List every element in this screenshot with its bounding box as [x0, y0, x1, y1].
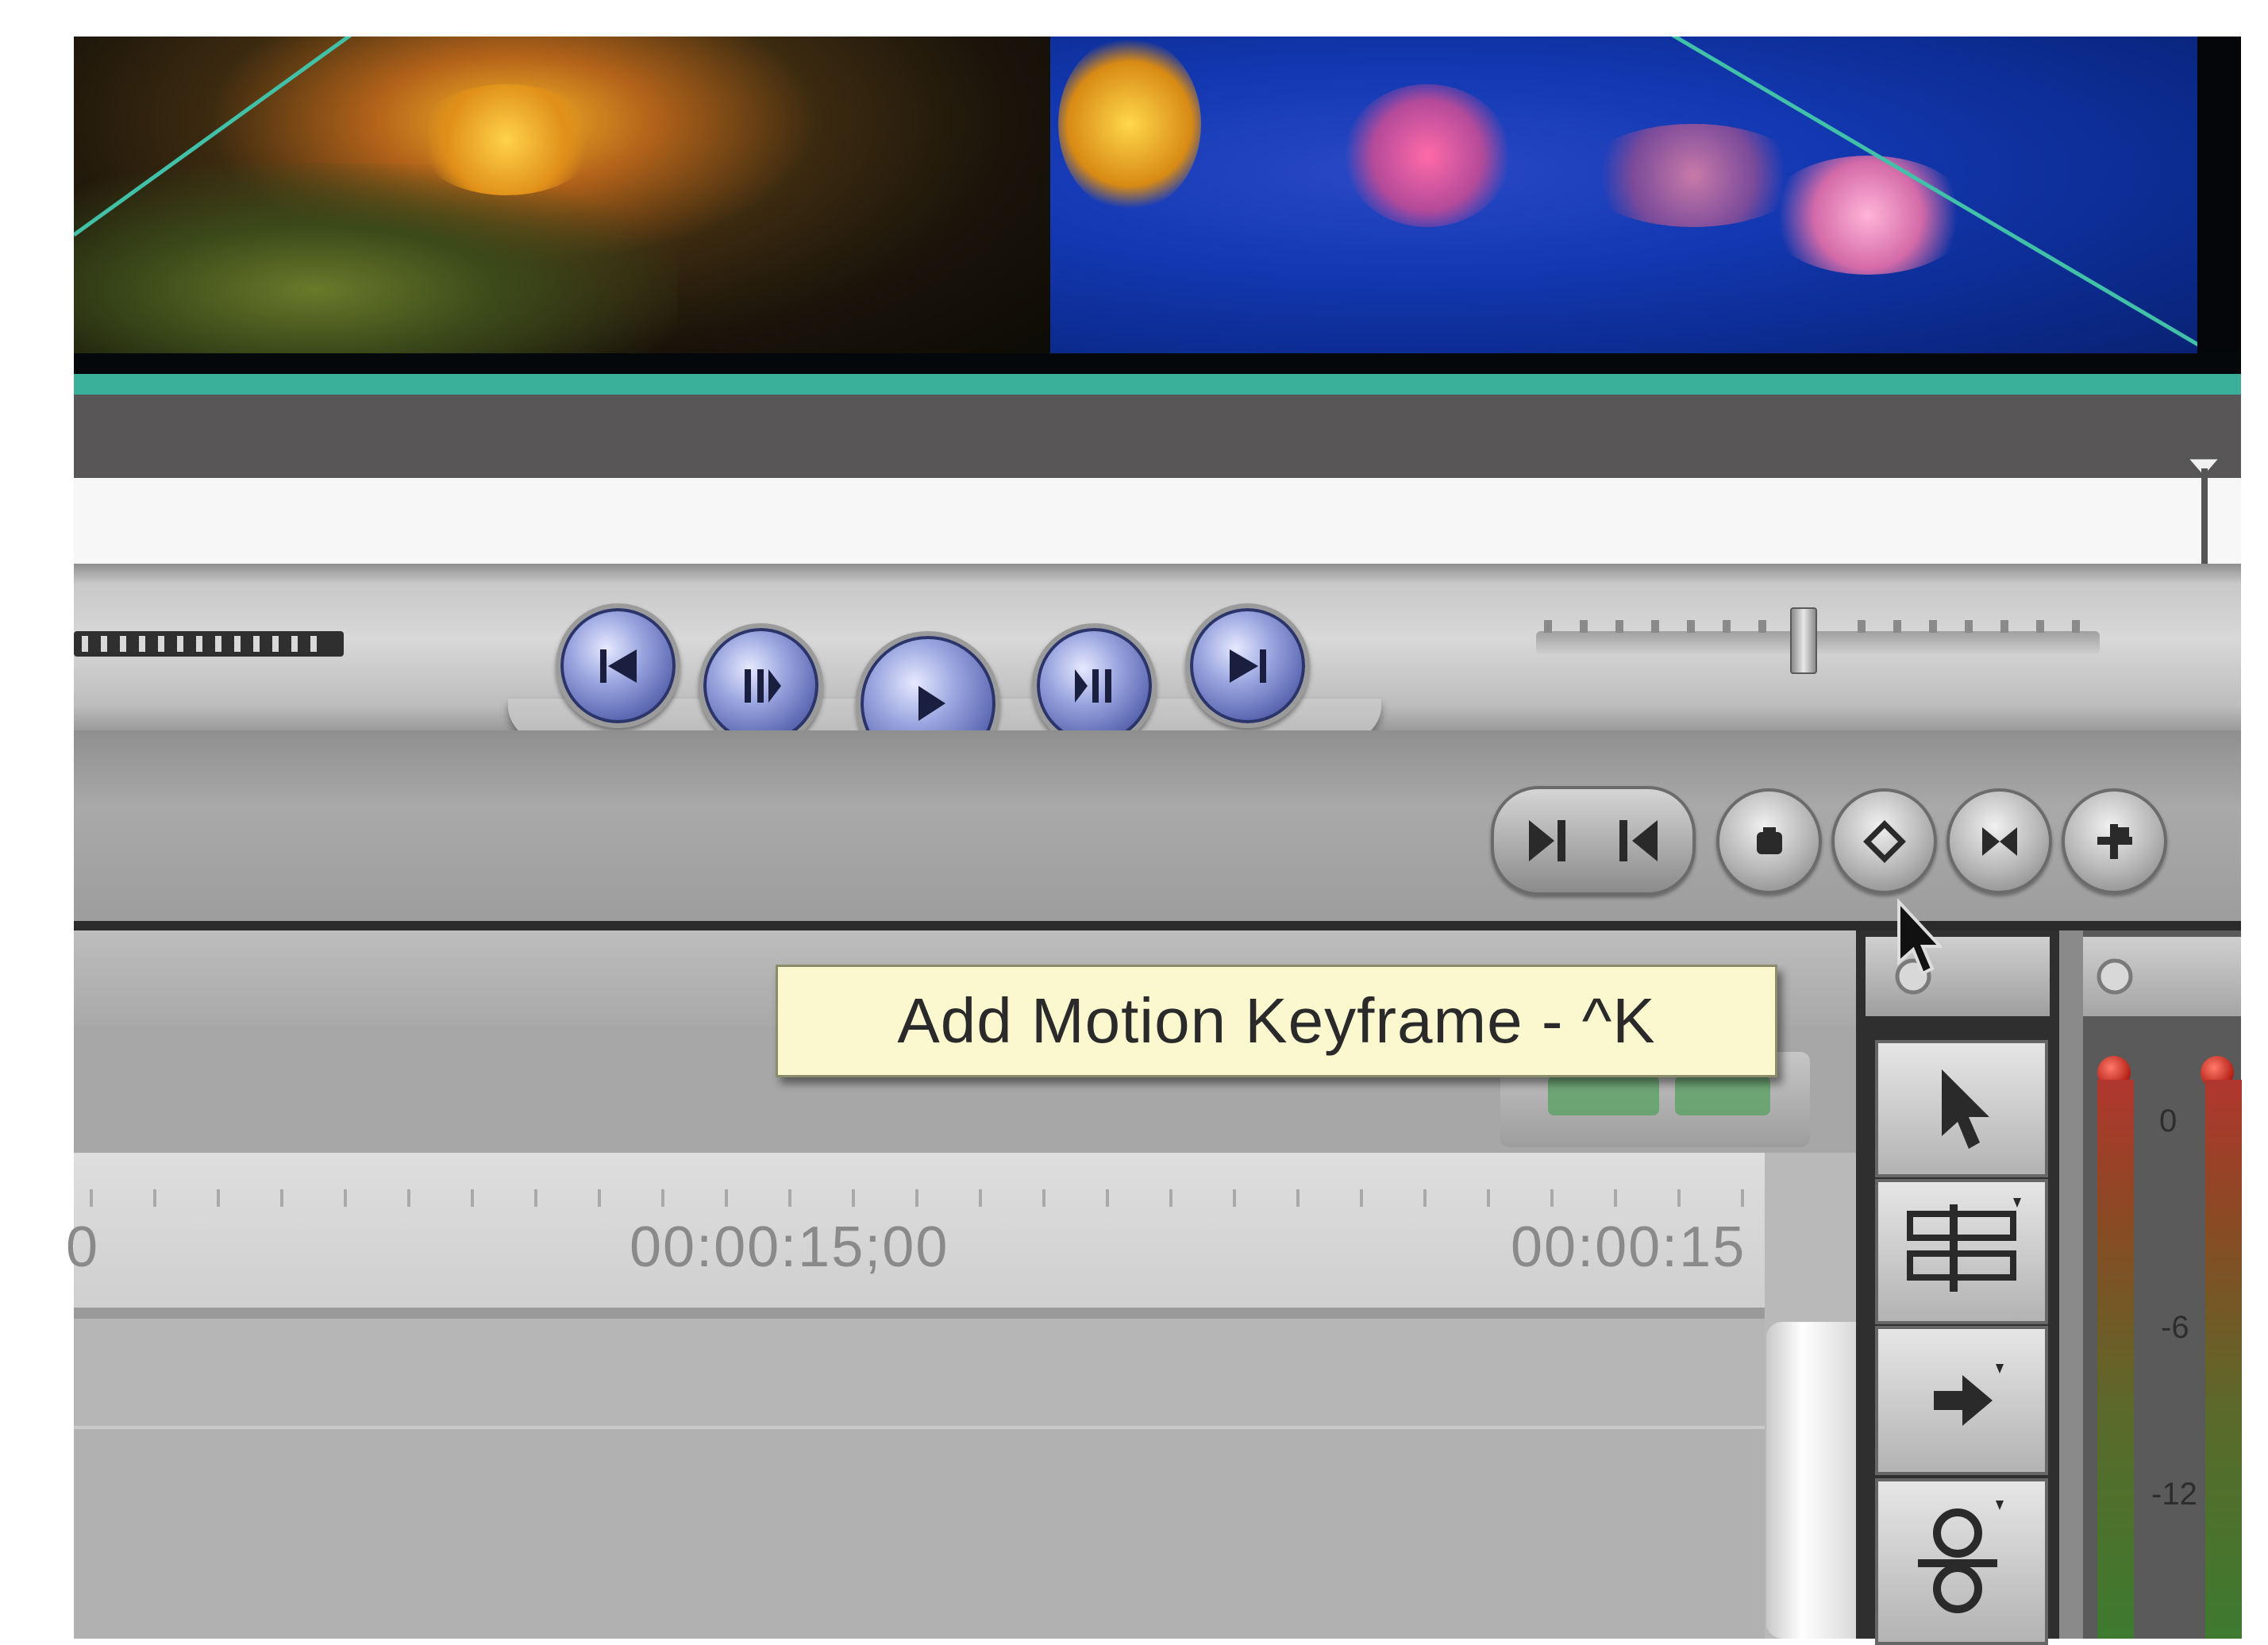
playhead-line[interactable]	[2201, 468, 2208, 564]
mark-in-out-group	[1491, 786, 1696, 896]
match-frame-icon[interactable]	[1716, 788, 1822, 894]
roll-edit-icon[interactable]	[1875, 1478, 2048, 1645]
meter-label: -6	[2161, 1310, 2189, 1345]
timeline-track[interactable]	[74, 1319, 1765, 1429]
jog-control[interactable]	[74, 615, 348, 671]
jog-track[interactable]	[74, 631, 344, 657]
next-frame-icon[interactable]	[1032, 623, 1157, 748]
tooltip-text: Add Motion Keyframe - ^K	[897, 985, 1656, 1056]
arrow-pointer-icon[interactable]	[1875, 1040, 2048, 1177]
canvas-video-frame	[74, 37, 2241, 374]
timeline-ruler[interactable]: 0 00:00:15;00 00:00:15	[66, 1153, 1765, 1308]
shuttle-knob[interactable]	[1790, 607, 1817, 674]
add-marker-icon[interactable]	[2062, 788, 2167, 894]
edit-select-icon[interactable]	[1875, 1179, 2048, 1324]
vertical-scrollbar[interactable]	[1766, 1322, 1856, 1639]
track-forward-icon[interactable]	[1875, 1326, 2048, 1475]
ruler-divider	[74, 1308, 1765, 1319]
scrubber-bar[interactable]	[74, 478, 2241, 564]
meter-label: -12	[2151, 1477, 2197, 1512]
audio-meter-right	[2205, 1080, 2242, 1639]
skip-forward-icon[interactable]	[1185, 603, 1310, 728]
motion-path-lines	[74, 37, 2241, 372]
timecode-label: 00:00:15;00	[630, 1215, 949, 1279]
diamond-keyframe-icon[interactable]	[1831, 788, 1937, 894]
video-bottom-edge	[74, 353, 2241, 374]
meter-label: 0	[2159, 1104, 2178, 1138]
timecode-label: 0	[66, 1215, 100, 1279]
timecode-label: 00:00:15	[1511, 1215, 1746, 1279]
timeline-track[interactable]	[74, 1429, 1765, 1639]
mark-in-icon[interactable]	[1518, 809, 1581, 873]
audio-meter-left	[2097, 1080, 2134, 1639]
previous-frame-icon[interactable]	[699, 623, 823, 748]
shuttle-tick-marks	[1544, 620, 2080, 633]
tooltip: Add Motion Keyframe - ^K	[776, 965, 1777, 1077]
audio-meters-header	[2083, 937, 2241, 1016]
clip-boundary-bar	[74, 374, 2241, 395]
panel-gap	[2059, 930, 2083, 1639]
window-close-icon[interactable]	[2091, 953, 2139, 1000]
skip-back-icon[interactable]	[556, 603, 680, 728]
mouse-cursor-icon	[1897, 899, 1942, 976]
tool-palette-header	[1866, 937, 2050, 1016]
shuttle-slider[interactable]	[1512, 599, 2124, 687]
canvas-border	[74, 395, 2241, 478]
mark-clip-icon[interactable]	[1946, 788, 2052, 894]
video-edge	[2197, 37, 2241, 374]
mark-out-icon[interactable]	[1605, 809, 1669, 873]
